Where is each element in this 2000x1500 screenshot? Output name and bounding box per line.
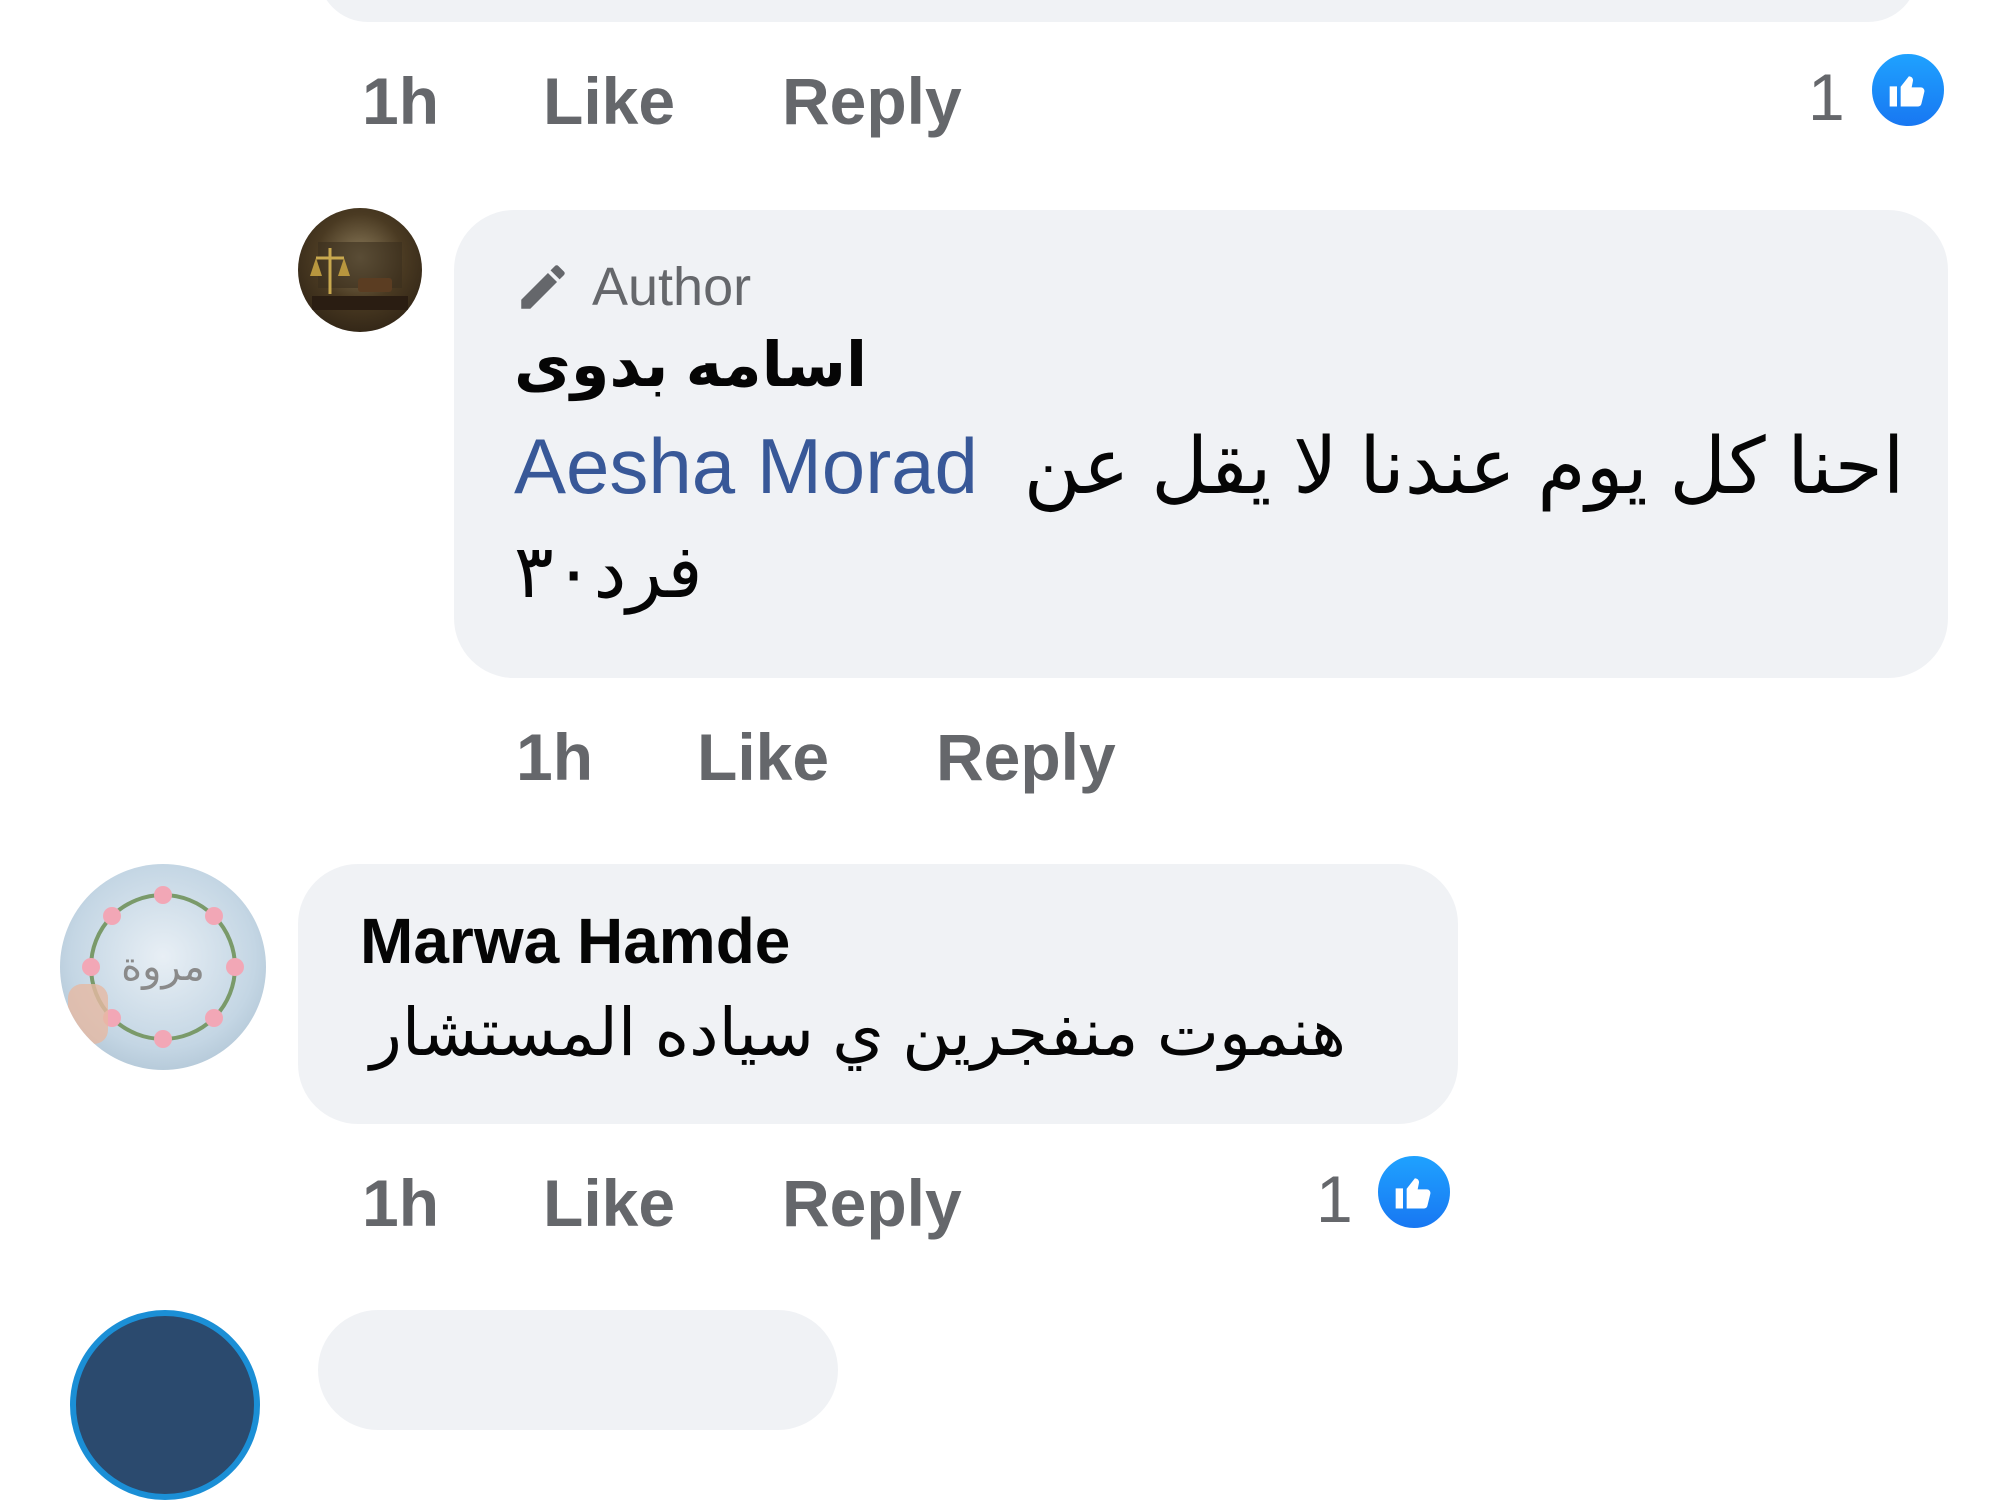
reaction-count[interactable]: 1: [1808, 64, 1845, 130]
comment-time[interactable]: 1h: [516, 724, 593, 790]
reply-button[interactable]: Reply: [782, 1170, 962, 1236]
scales-of-justice-icon: [310, 242, 408, 310]
like-button[interactable]: Like: [697, 724, 829, 790]
reply-button[interactable]: Reply: [936, 724, 1116, 790]
author-avatar[interactable]: [298, 208, 422, 332]
commenter-avatar[interactable]: مروة: [60, 864, 266, 1070]
previous-comment-bubble: [318, 0, 1918, 22]
comment-time[interactable]: 1h: [362, 1170, 439, 1236]
like-button[interactable]: Like: [543, 1170, 675, 1236]
avatar-watermark-text: مروة: [121, 945, 205, 989]
comment-author-name[interactable]: اسامه بدوى: [514, 328, 914, 401]
pencil-icon: [514, 258, 572, 316]
author-comment-bubble: Author اسامه بدوى Aesha Morad احنا كل يو…: [454, 210, 1948, 678]
mention-link[interactable]: Aesha Morad: [514, 422, 978, 510]
like-button[interactable]: Like: [543, 68, 675, 134]
thumbs-up-icon[interactable]: [1374, 1152, 1454, 1232]
next-comment-bubble: [318, 1310, 838, 1430]
reply-button[interactable]: Reply: [782, 68, 962, 134]
thumbs-up-icon[interactable]: [1868, 50, 1948, 130]
comment-time[interactable]: 1h: [362, 68, 439, 134]
comment-text-part: احنا كل يوم عندنا لا يقل عن: [1023, 422, 1905, 510]
reaction-count[interactable]: 1: [1316, 1166, 1353, 1232]
comment-bubble: Marwa Hamde هنموت منفجرين ي سياده المستش…: [298, 864, 1458, 1124]
comment-text: هنموت منفجرين ي سياده المستشار: [370, 995, 1346, 1069]
comment-text-line2: فرد٣٠: [514, 530, 703, 613]
author-badge-label: Author: [592, 257, 752, 317]
next-commenter-avatar[interactable]: [70, 1310, 260, 1500]
comment-author-name[interactable]: Marwa Hamde: [360, 904, 790, 978]
comment-text-line1: Aesha Morad احنا كل يوم عندنا لا يقل عن: [514, 420, 1914, 514]
